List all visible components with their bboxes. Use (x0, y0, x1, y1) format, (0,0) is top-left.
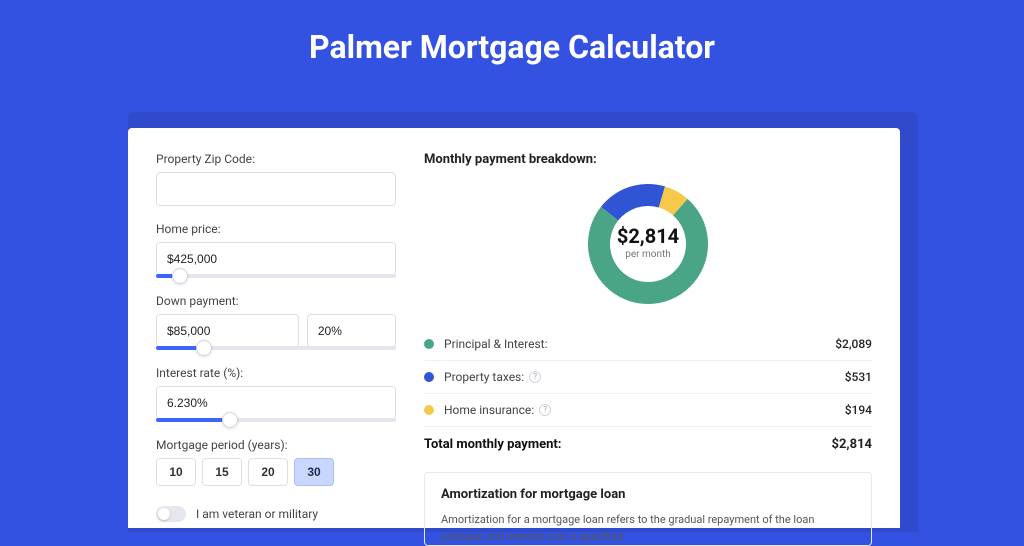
period-label: Mortgage period (years): (156, 438, 396, 452)
home-price-slider[interactable] (156, 274, 396, 278)
down-payment-label: Down payment: (156, 294, 396, 308)
down-payment-input[interactable] (156, 314, 299, 348)
home-price-input[interactable] (156, 242, 396, 276)
period-option-30[interactable]: 30 (294, 458, 334, 486)
period-group: Mortgage period (years): 10152030 (156, 438, 396, 486)
period-option-10[interactable]: 10 (156, 458, 196, 486)
total-row: Total monthly payment: $2,814 (424, 427, 872, 466)
inputs-column: Property Zip Code: Home price: Down paym… (156, 152, 396, 528)
legend-value: $531 (845, 370, 872, 384)
legend-value: $194 (845, 403, 872, 417)
legend-value: $2,089 (835, 337, 872, 351)
donut-center-value: $2,814 (617, 224, 679, 248)
period-option-15[interactable]: 15 (202, 458, 242, 486)
period-option-20[interactable]: 20 (248, 458, 288, 486)
interest-label: Interest rate (%): (156, 366, 396, 380)
home-price-label: Home price: (156, 222, 396, 236)
zip-group: Property Zip Code: (156, 152, 396, 206)
info-icon[interactable]: ? (529, 371, 541, 383)
amortization-text: Amortization for a mortgage loan refers … (441, 512, 855, 545)
legend-row: Property taxes: ? $531 (424, 361, 872, 394)
down-payment-slider[interactable] (156, 346, 396, 350)
interest-input[interactable] (156, 386, 396, 420)
calculator-panel: Property Zip Code: Home price: Down paym… (128, 128, 900, 528)
page-title: Palmer Mortgage Calculator (0, 0, 1024, 86)
total-label: Total monthly payment: (424, 437, 561, 452)
period-options: 10152030 (156, 458, 396, 486)
interest-slider-fill (156, 418, 230, 422)
down-payment-group: Down payment: (156, 294, 396, 350)
interest-group: Interest rate (%): (156, 366, 396, 422)
legend-label: Property taxes: ? (444, 370, 541, 384)
zip-input[interactable] (156, 172, 396, 206)
interest-slider-thumb[interactable] (222, 412, 238, 428)
down-payment-pct-input[interactable] (307, 314, 396, 348)
down-payment-slider-thumb[interactable] (196, 340, 212, 356)
legend-dot (424, 405, 434, 415)
home-price-slider-thumb[interactable] (172, 268, 188, 284)
legend: Principal & Interest: $2,089 Property taxe… (424, 327, 872, 427)
interest-slider[interactable] (156, 418, 396, 422)
legend-dot (424, 339, 434, 349)
legend-row: Home insurance: ? $194 (424, 394, 872, 427)
legend-label: Principal & Interest: (444, 337, 548, 351)
veteran-toggle[interactable] (156, 506, 186, 522)
breakdown-title: Monthly payment breakdown: (424, 152, 872, 167)
zip-label: Property Zip Code: (156, 152, 396, 166)
legend-row: Principal & Interest: $2,089 (424, 328, 872, 361)
veteran-toggle-knob (158, 508, 170, 520)
veteran-row: I am veteran or military (156, 506, 396, 522)
legend-dot (424, 372, 434, 382)
breakdown-column: Monthly payment breakdown: $2,814 per mo… (424, 152, 872, 528)
veteran-label: I am veteran or military (196, 507, 318, 521)
donut-svg: $2,814 per month (583, 179, 713, 309)
home-price-group: Home price: (156, 222, 396, 278)
page-frame: Palmer Mortgage Calculator Property Zip … (0, 0, 1024, 512)
donut-center-sub: per month (625, 249, 671, 260)
legend-label: Home insurance: ? (444, 403, 551, 417)
amortization-title: Amortization for mortgage loan (441, 487, 855, 502)
amortization-box: Amortization for mortgage loan Amortizat… (424, 472, 872, 546)
info-icon[interactable]: ? (539, 404, 551, 416)
donut-chart: $2,814 per month (424, 179, 872, 309)
total-value: $2,814 (832, 437, 873, 452)
